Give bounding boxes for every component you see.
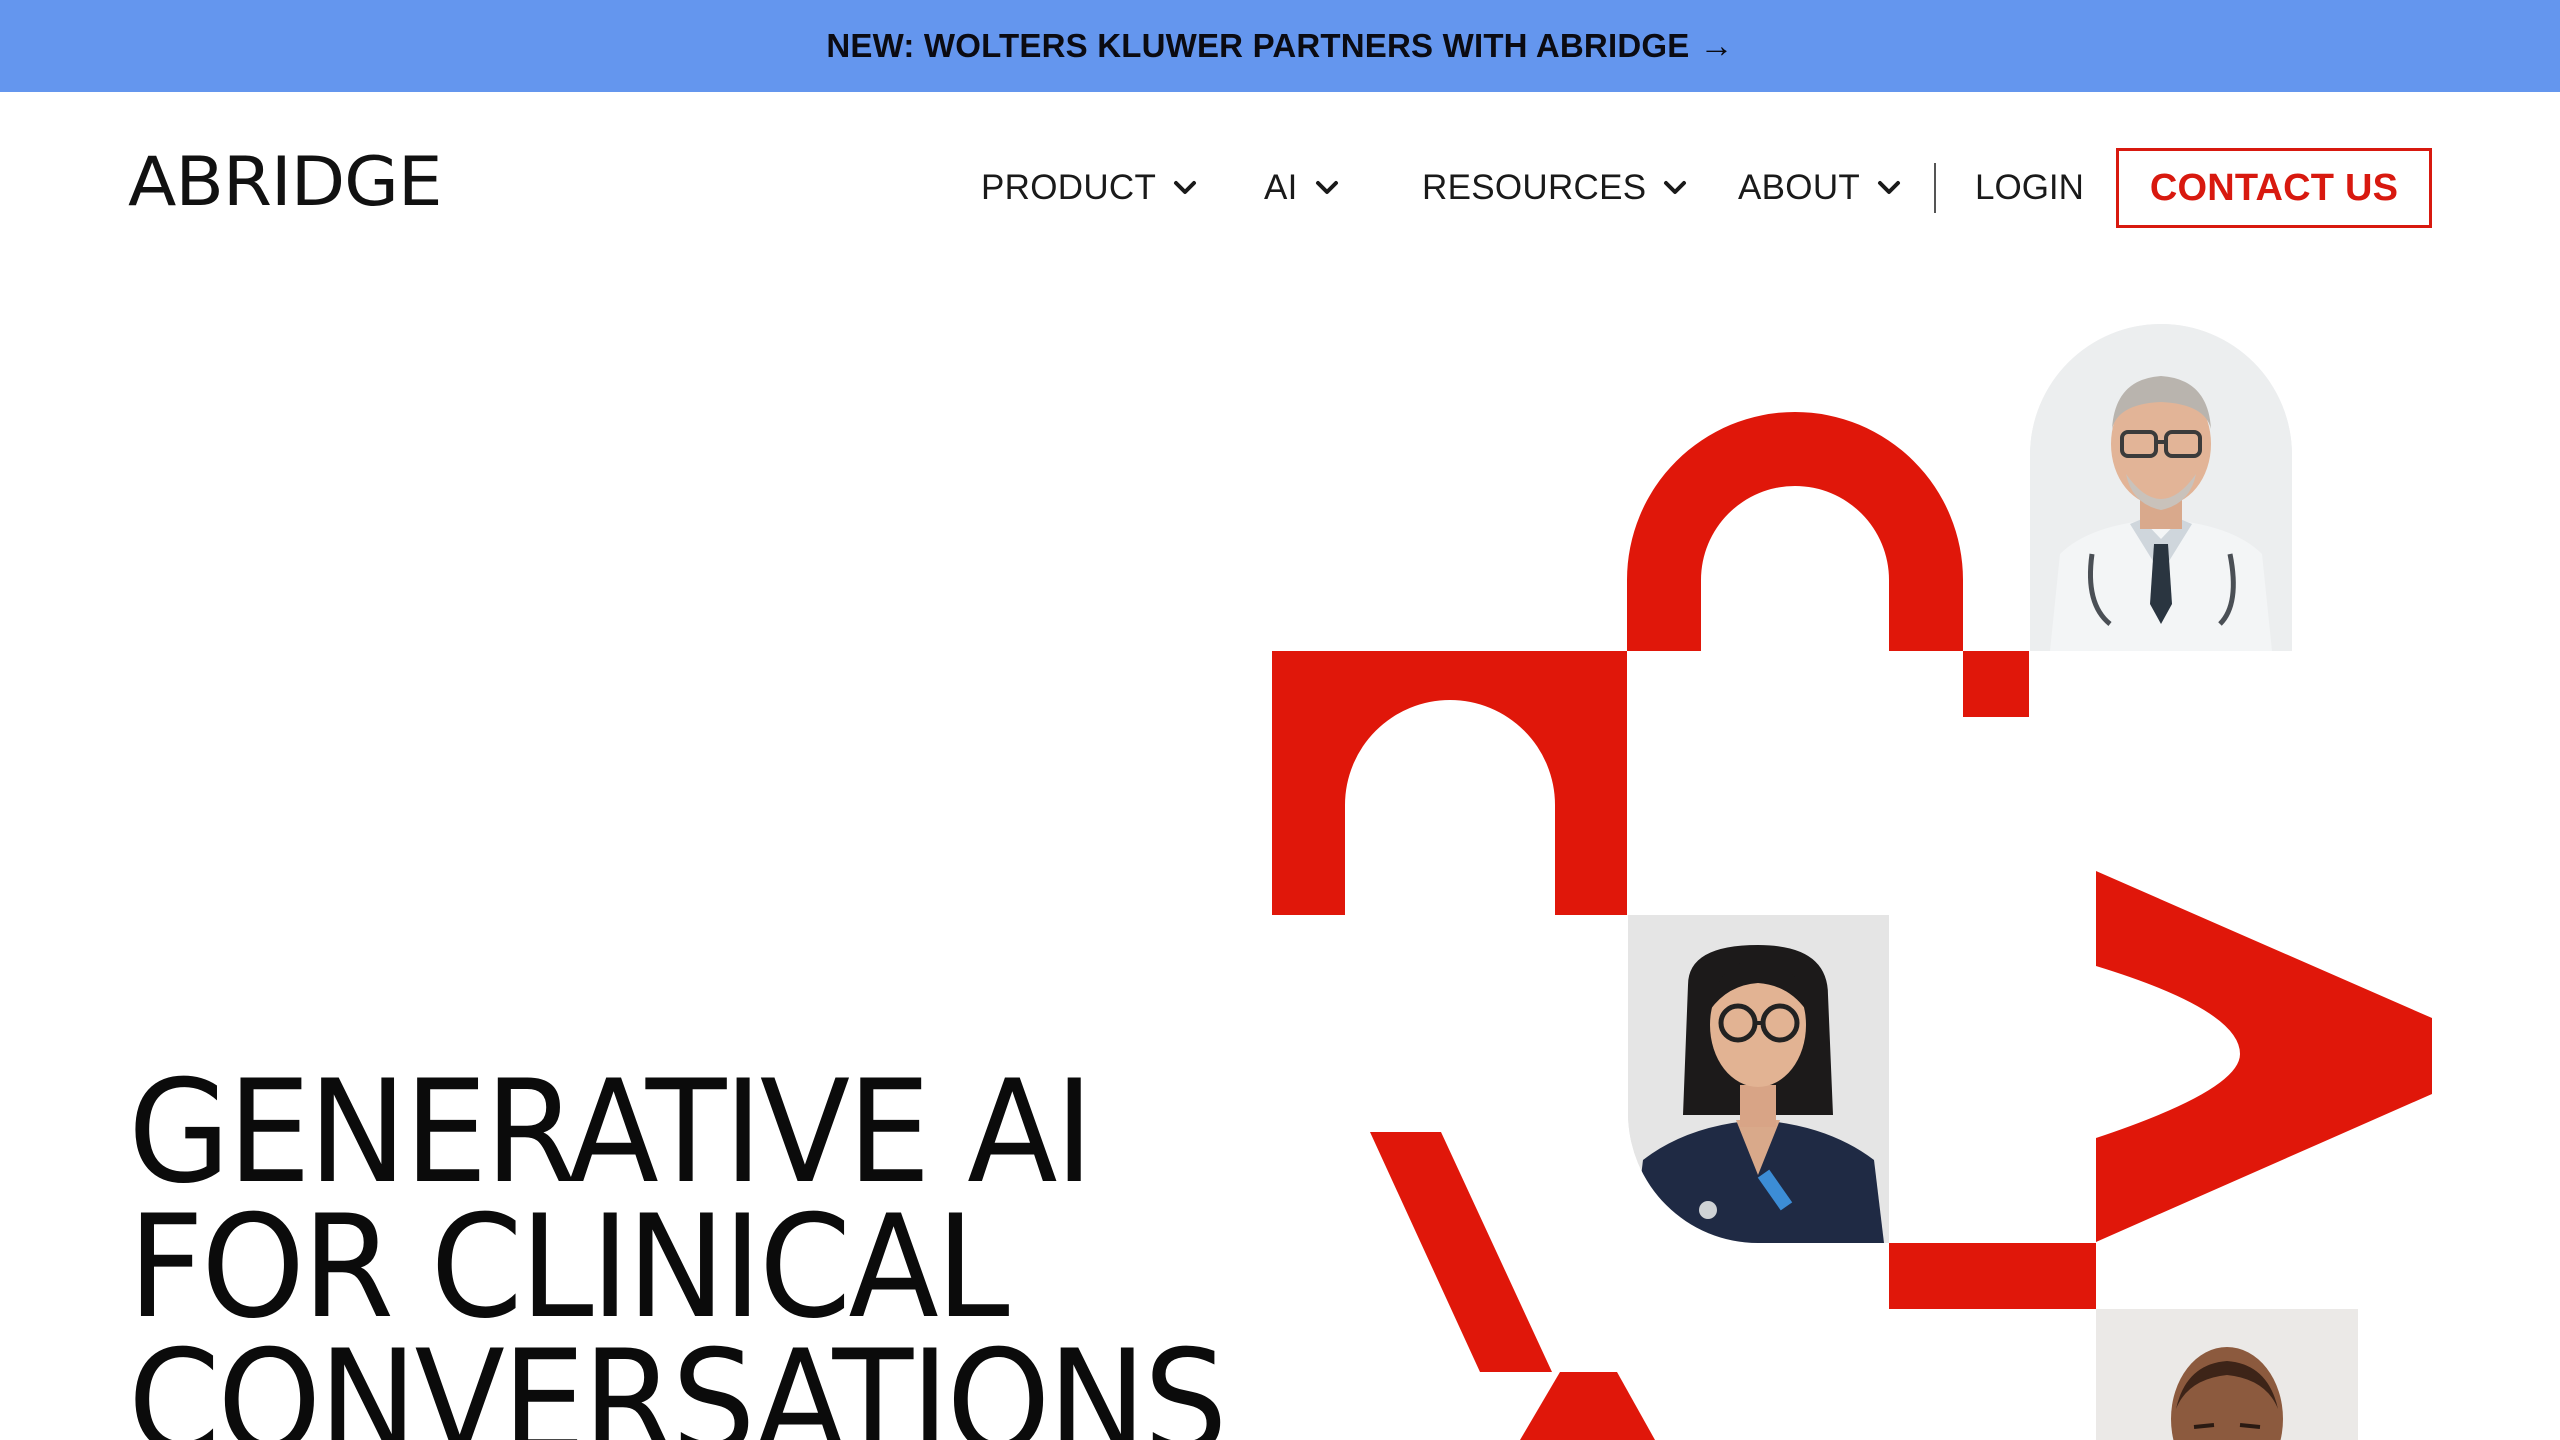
clinician-portrait	[1628, 915, 1889, 1243]
hero-headline-line-3: CONVERSATIONS	[128, 1320, 1228, 1440]
nav-item-product[interactable]: PRODUCT	[981, 145, 1198, 230]
bar-shape	[1889, 1243, 2096, 1309]
hero-headline-line-2: FOR CLINICAL	[128, 1185, 1010, 1350]
nav-item-about[interactable]: ABOUT	[1738, 145, 1902, 230]
chevron-down-icon	[1662, 175, 1688, 201]
contact-us-button[interactable]: CONTACT US	[2116, 148, 2432, 228]
login-link[interactable]: LOGIN	[1975, 145, 2084, 230]
chevron-shape	[2096, 871, 2432, 1242]
nav-item-resources[interactable]: RESOURCES	[1422, 145, 1688, 230]
chevron-down-icon	[1172, 175, 1198, 201]
hero-headline-line-1: GENERATIVE AI	[128, 1050, 1094, 1215]
square-shape	[1963, 651, 2029, 717]
nav-divider	[1934, 163, 1936, 213]
nav-item-label: RESOURCES	[1422, 167, 1647, 207]
slash-shape	[1370, 1132, 1552, 1372]
nav-item-label: PRODUCT	[981, 167, 1157, 207]
triangle-shape	[1520, 1372, 1655, 1440]
main-nav: PRODUCT AI RESOURCES ABOUT LOGIN CONTACT…	[0, 145, 2560, 230]
announcement-text: NEW: WOLTERS KLUWER PARTNERS WITH ABRIDG…	[826, 27, 1690, 64]
patient-portrait	[2096, 1309, 2358, 1440]
hero-headline: GENERATIVE AI FOR CLINICAL CONVERSATIONS	[128, 1050, 1307, 1440]
chevron-down-icon	[1876, 175, 1902, 201]
nav-item-ai[interactable]: AI	[1264, 145, 1340, 230]
nav-item-label: AI	[1264, 167, 1298, 207]
arrow-right-icon: →	[1699, 27, 1734, 65]
chevron-down-icon	[1314, 175, 1340, 201]
arch-block-shape	[1272, 651, 1627, 915]
doctor-portrait	[2030, 324, 2292, 651]
arch-shape	[1627, 412, 1963, 651]
nav-item-label: ABOUT	[1738, 167, 1861, 207]
announcement-banner[interactable]: NEW: WOLTERS KLUWER PARTNERS WITH ABRIDG…	[0, 0, 2560, 92]
